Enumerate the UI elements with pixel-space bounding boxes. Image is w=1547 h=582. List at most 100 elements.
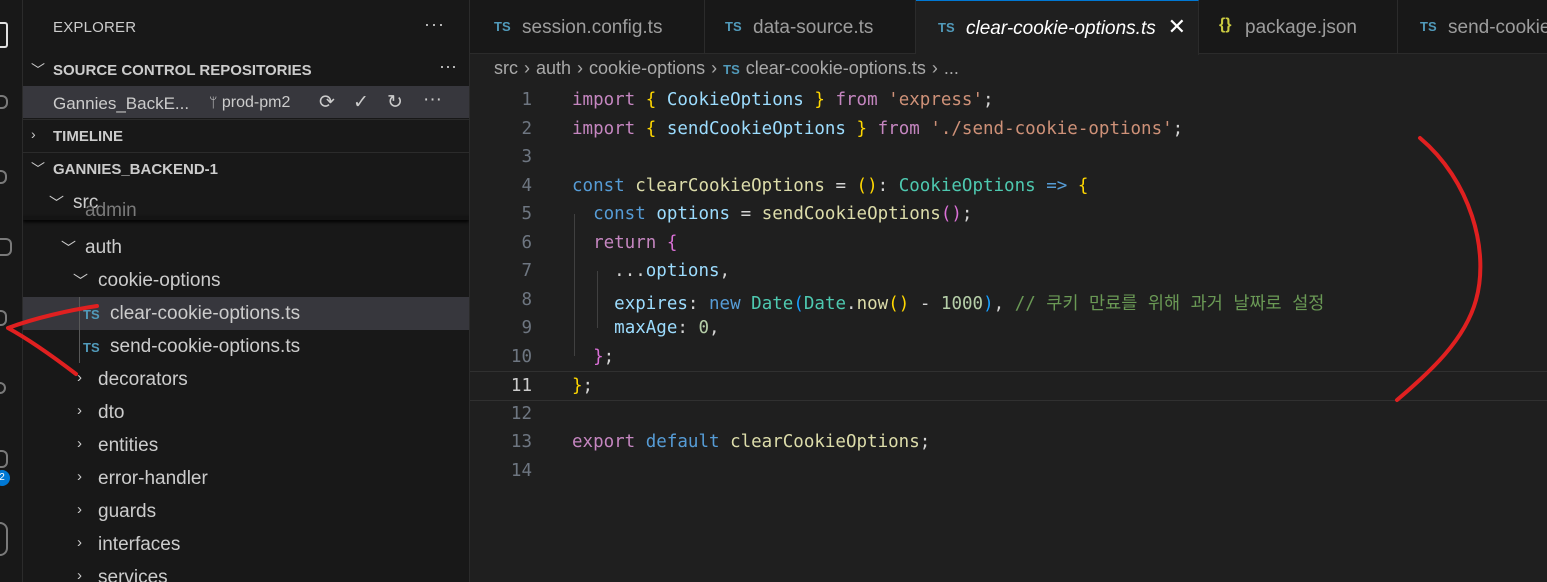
repository-row[interactable]: Gannies_BackE... ᛘ prod-pm2 ⟳ ✓ ↻ ··· [23, 86, 469, 118]
line-number: 7 [521, 261, 532, 281]
chevron-right-icon: › [31, 126, 36, 142]
breadcrumb-file[interactable]: clear-cookie-options.ts [746, 58, 926, 78]
line-text: const clearCookieOptions = (): CookieOpt… [572, 175, 1089, 196]
tree-folder-cookie-options[interactable]: ﹀ cookie-options [23, 264, 469, 297]
line-number: 14 [510, 460, 532, 481]
section-label: SOURCE CONTROL REPOSITORIES [53, 62, 312, 79]
line-number: 5 [521, 204, 532, 224]
refresh-icon[interactable]: ↻ [387, 91, 403, 114]
line-number: 11 [510, 376, 532, 396]
explorer-more-icon[interactable]: ··· [424, 14, 445, 35]
code-line[interactable]: 4 const clearCookieOptions = (): CookieO… [470, 172, 1547, 200]
chevron-right-icon: › [77, 402, 82, 419]
code-line[interactable]: 13 export default clearCookieOptions; [470, 428, 1547, 456]
repository-name: Gannies_BackE... [53, 94, 190, 113]
tree-folder-error-handler[interactable]: › error-handler [23, 462, 469, 495]
code-line[interactable]: 8 expires: new Date(Date.now() - 1000), … [470, 286, 1547, 314]
tab-package-json[interactable]: {} package.json [1199, 0, 1398, 53]
tab-bar: TS session.config.ts TS data-source.ts T… [470, 0, 1547, 55]
code-line[interactable]: 14 [470, 457, 1547, 485]
tree-folder-interfaces[interactable]: › interfaces [23, 528, 469, 561]
line-number: 3 [521, 147, 532, 167]
branch-indicator[interactable]: ᛘ prod-pm2 [209, 94, 290, 112]
extensions-icon[interactable] [0, 310, 7, 326]
tree-label: decorators [98, 369, 188, 390]
line-number: 10 [510, 346, 532, 367]
line-number: 12 [510, 403, 532, 424]
breadcrumb-item[interactable]: cookie-options [589, 58, 705, 78]
tree-label: cookie-options [98, 270, 221, 291]
tree-label: services [98, 567, 168, 582]
tab-data-source[interactable]: TS data-source.ts [705, 0, 916, 53]
breadcrumb: src › auth › cookie-options › TS clear-cookie-o… [494, 58, 959, 79]
search-icon[interactable] [0, 95, 8, 109]
tree-label: interfaces [98, 534, 181, 555]
close-icon[interactable]: ✕ [1168, 14, 1186, 40]
chevron-right-icon: › [77, 534, 82, 551]
tree-folder-guards[interactable]: › guards [23, 495, 469, 528]
tree-folder-decorators[interactable]: › decorators [23, 363, 469, 396]
tab-send-cookie-options[interactable]: TS send-cookie [1398, 0, 1547, 53]
section-source-control-repositories[interactable]: ﹀ SOURCE CONTROL REPOSITORIES ··· [23, 54, 469, 86]
more-icon[interactable]: ··· [423, 89, 442, 111]
typescript-file-icon: TS [83, 307, 100, 322]
chevron-right-icon: › [77, 567, 82, 582]
code-line[interactable]: 10 }; [470, 343, 1547, 371]
code-line[interactable]: 9 maxAge: 0, [470, 314, 1547, 342]
code-line[interactable]: 3 [470, 143, 1547, 171]
code-line[interactable]: 12 [470, 400, 1547, 428]
accounts-icon[interactable] [0, 522, 8, 556]
tab-label: send-cookie [1448, 17, 1547, 38]
tree-folder-dto[interactable]: › dto [23, 396, 469, 429]
chevron-down-icon: ﹀ [73, 273, 89, 290]
tab-label: data-source.ts [753, 17, 874, 38]
tree-file-send-cookie-options[interactable]: TS send-cookie-options.ts [23, 330, 469, 363]
indent-guide [79, 297, 80, 363]
remote-explorer-icon[interactable] [0, 382, 6, 394]
chevron-right-icon: › [77, 468, 82, 485]
line-number: 8 [521, 289, 532, 310]
branch-icon: ᛘ [209, 94, 218, 110]
tree-folder-admin[interactable]: admin [23, 198, 469, 218]
code-line[interactable]: 5 const options = sendCookieOptions(); [470, 200, 1547, 228]
line-number: 4 [521, 175, 532, 196]
code-line[interactable]: 6 return { [470, 229, 1547, 257]
source-control-icon[interactable] [0, 170, 7, 184]
check-icon[interactable]: ✓ [353, 91, 369, 114]
explorer-icon[interactable] [0, 22, 8, 48]
line-text: return { [593, 232, 678, 253]
tree-label: admin [85, 200, 137, 218]
code-line[interactable]: 1 import { CookieOptions } from 'express… [470, 86, 1547, 114]
testing-icon[interactable] [0, 450, 8, 468]
tree-folder-services[interactable]: › services [23, 561, 469, 582]
tree-file-clear-cookie-options[interactable]: TS clear-cookie-options.ts [23, 297, 469, 330]
line-number: 9 [521, 318, 532, 338]
section-timeline[interactable]: › TIMELINE [23, 120, 469, 152]
run-debug-icon[interactable] [0, 238, 12, 256]
line-text: const options = sendCookieOptions(); [593, 204, 973, 224]
section-label: GANNIES_BACKEND-1 [53, 161, 219, 178]
line-text: maxAge: 0, [614, 318, 720, 338]
section-project[interactable]: ﹀ GANNIES_BACKEND-1 [23, 153, 469, 185]
tree-folder-auth[interactable]: ﹀ auth [23, 231, 469, 264]
explorer-title: EXPLORER [53, 19, 137, 36]
chevron-right-icon: › [77, 501, 82, 518]
code-line[interactable]: 2 import { sendCookieOptions } from './s… [470, 115, 1547, 143]
tree-folder-entities[interactable]: › entities [23, 429, 469, 462]
more-icon[interactable]: ··· [439, 56, 457, 77]
typescript-file-icon: TS [725, 19, 742, 34]
chevron-down-icon: ﹀ [61, 240, 77, 257]
branch-name: prod-pm2 [221, 94, 291, 111]
tab-clear-cookie-options[interactable]: TS clear-cookie-options.ts ✕ [916, 0, 1199, 55]
breadcrumb-item[interactable]: auth [536, 58, 571, 78]
sync-icon[interactable]: ⟳ [319, 91, 335, 114]
chevron-down-icon: ﹀ [31, 161, 45, 177]
code-line-current[interactable]: 11 }; [470, 371, 1547, 401]
tab-session-config[interactable]: TS session.config.ts [470, 0, 705, 53]
code-line[interactable]: 7 ...options, [470, 257, 1547, 285]
breadcrumb-ellipsis[interactable]: ... [944, 58, 959, 78]
chevron-right-icon: › [931, 58, 938, 78]
activity-bar: 2 [0, 0, 23, 582]
breadcrumb-item[interactable]: src [494, 58, 518, 78]
tab-label: session.config.ts [522, 17, 663, 38]
